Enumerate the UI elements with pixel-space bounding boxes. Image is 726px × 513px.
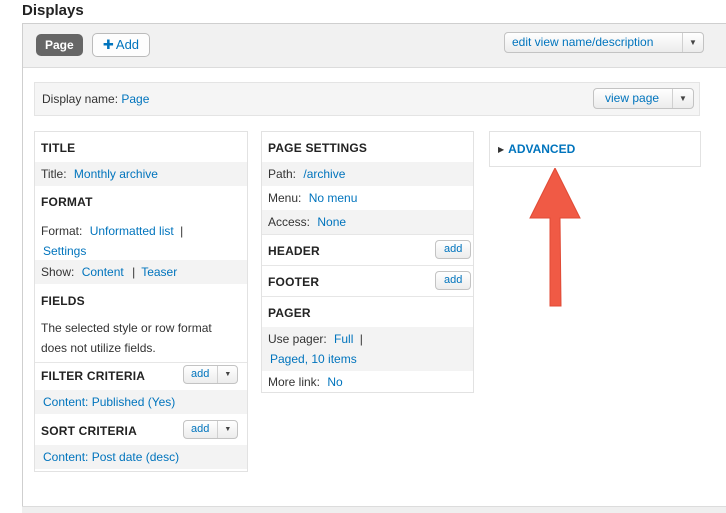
divider bbox=[262, 296, 473, 297]
use-pager-value-link[interactable]: Full bbox=[334, 332, 353, 346]
format-settings-link[interactable]: Settings bbox=[43, 244, 86, 258]
displays-heading: Displays bbox=[22, 2, 84, 19]
page-settings-header: PAGE SETTINGS bbox=[268, 141, 368, 155]
show-row: Show: Content | Teaser bbox=[35, 260, 247, 284]
more-link-value-link[interactable]: No bbox=[327, 375, 342, 389]
filter-item-link[interactable]: Content: Published (Yes) bbox=[43, 395, 175, 409]
view-page-label: view page bbox=[605, 91, 660, 105]
add-display-label: Add bbox=[115, 37, 140, 52]
fields-text: The selected style or row format does no… bbox=[41, 321, 212, 355]
filter-add-button[interactable]: add ▼ bbox=[183, 365, 239, 384]
access-label: Access: bbox=[268, 215, 311, 229]
format-value-link[interactable]: Unformatted list bbox=[90, 224, 174, 238]
tab-page[interactable]: Page bbox=[36, 34, 83, 56]
footer-add-button[interactable]: add bbox=[435, 271, 472, 290]
title-section-header: TITLE bbox=[41, 141, 76, 155]
caret-down-icon[interactable]: ▼ bbox=[217, 366, 237, 383]
display-name-bar: Display name: Page view page ▼ bbox=[34, 82, 700, 116]
show-teaser-link[interactable]: Teaser bbox=[141, 265, 177, 279]
header-add-button[interactable]: add bbox=[435, 240, 472, 259]
edit-view-name-label: edit view name/description bbox=[512, 35, 654, 49]
use-pager-row: Use pager: Full | Paged, 10 items bbox=[262, 327, 473, 371]
advanced-toggle[interactable]: ▶ ADVANCED bbox=[498, 142, 575, 156]
next-panel-edge bbox=[22, 506, 726, 513]
arrow-up-icon bbox=[529, 168, 581, 307]
sort-add-label: add bbox=[191, 423, 210, 435]
column-title-format: TITLE Title: Monthly archive FORMAT Form… bbox=[34, 131, 248, 472]
edit-view-name-button[interactable]: edit view name/description ▼ bbox=[504, 32, 704, 53]
menu-label: Menu: bbox=[268, 191, 302, 205]
advanced-label: ADVANCED bbox=[508, 142, 576, 156]
caret-down-icon[interactable]: ▼ bbox=[217, 421, 237, 438]
sort-add-button[interactable]: add ▼ bbox=[183, 420, 239, 439]
plus-icon: ✚ bbox=[103, 37, 114, 52]
path-row: Path: /archive bbox=[262, 162, 473, 186]
more-link-label: More link: bbox=[268, 375, 321, 389]
show-separator: | bbox=[132, 265, 136, 279]
access-row: Access: None bbox=[262, 210, 473, 234]
filter-add-label: add bbox=[191, 368, 210, 380]
column-advanced: ▶ ADVANCED bbox=[489, 131, 701, 167]
menu-value-link[interactable]: No menu bbox=[309, 191, 358, 205]
caret-down-icon[interactable]: ▼ bbox=[672, 89, 693, 108]
filter-item: Content: Published (Yes) bbox=[35, 390, 247, 414]
display-tabs-bar: Page ✚ Add edit view name/description ▼ bbox=[23, 24, 726, 68]
more-link-row: More link: No bbox=[262, 371, 473, 393]
pager-section-header: PAGER bbox=[268, 306, 311, 320]
format-row: Format: Unformatted list | Settings bbox=[35, 221, 247, 261]
show-value-link[interactable]: Content bbox=[82, 265, 124, 279]
divider bbox=[262, 234, 473, 235]
display-name-value[interactable]: Page bbox=[121, 92, 149, 106]
divider bbox=[35, 362, 247, 363]
show-label: Show: bbox=[41, 265, 75, 279]
displays-panel: Page ✚ Add edit view name/description ▼ D… bbox=[22, 23, 726, 513]
format-section-header: FORMAT bbox=[41, 195, 93, 209]
path-label: Path: bbox=[268, 167, 297, 181]
use-pager-paged-link[interactable]: Paged, 10 items bbox=[270, 352, 357, 366]
triangle-right-icon: ▶ bbox=[498, 145, 505, 154]
divider bbox=[262, 265, 473, 266]
caret-down-icon[interactable]: ▼ bbox=[682, 33, 703, 52]
column-page-settings: PAGE SETTINGS Path: /archive Menu: No me… bbox=[261, 131, 474, 393]
add-display-button[interactable]: ✚ Add bbox=[92, 33, 151, 57]
sort-item-link[interactable]: Content: Post date (desc) bbox=[43, 450, 179, 464]
sort-item: Content: Post date (desc) bbox=[35, 445, 247, 469]
access-value-link[interactable]: None bbox=[317, 215, 346, 229]
title-value-link[interactable]: Monthly archive bbox=[74, 167, 158, 181]
title-row: Title: Monthly archive bbox=[35, 162, 247, 186]
format-label: Format: bbox=[41, 224, 83, 238]
view-page-button[interactable]: view page ▼ bbox=[593, 88, 694, 109]
title-label: Title: bbox=[41, 167, 67, 181]
path-value-link[interactable]: /archive bbox=[303, 167, 345, 181]
menu-row: Menu: No menu bbox=[262, 186, 473, 210]
use-pager-label: Use pager: bbox=[268, 332, 327, 346]
format-separator: | bbox=[180, 224, 184, 238]
fields-section-header: FIELDS bbox=[41, 294, 85, 308]
display-name-label: Display name: bbox=[42, 92, 119, 106]
display-name-text: Display name: Page bbox=[42, 92, 149, 106]
use-pager-separator: | bbox=[359, 332, 363, 346]
